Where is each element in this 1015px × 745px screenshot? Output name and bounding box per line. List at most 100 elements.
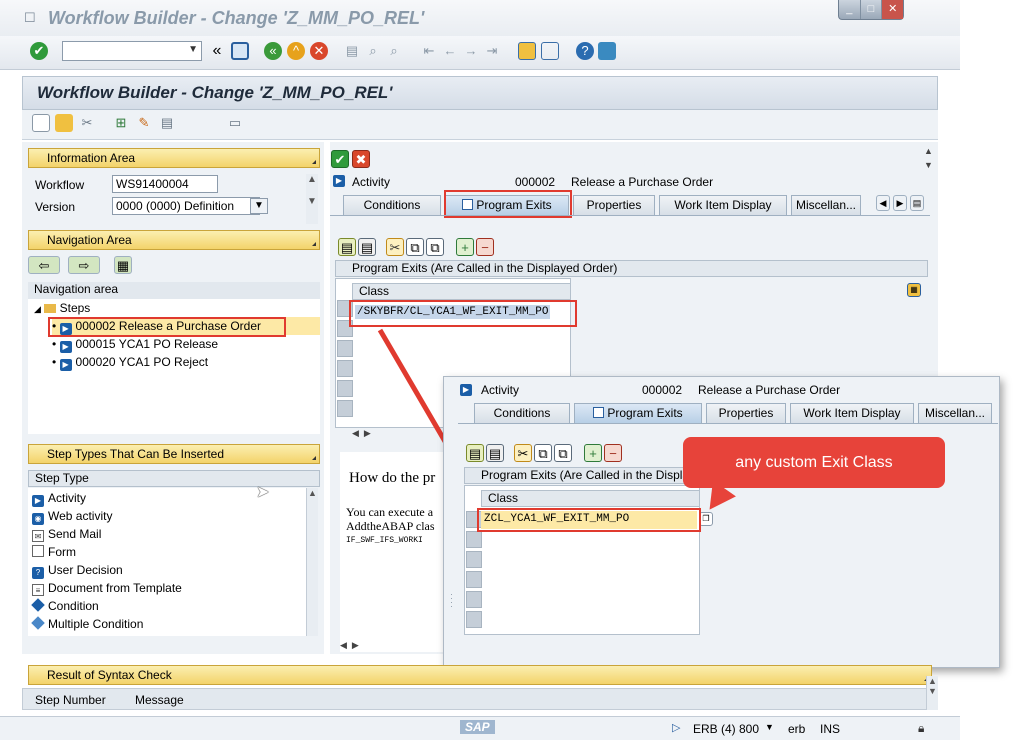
- help-icon[interactable]: ?: [576, 42, 594, 60]
- info-scrollbar[interactable]: ▲ ▼: [306, 174, 318, 224]
- scroll-down-icon[interactable]: ▼: [924, 160, 933, 170]
- insert-mode[interactable]: INS: [820, 722, 840, 736]
- step-type-column-header[interactable]: Step Type: [28, 470, 320, 487]
- shortcut-icon[interactable]: [541, 42, 559, 60]
- tools-icon[interactable]: ✂: [78, 114, 96, 132]
- step-type-item[interactable]: ≡ Document from Template: [32, 579, 182, 597]
- expand-icon[interactable]: ◢: [34, 304, 41, 314]
- tree-item[interactable]: • ▶ 000020 YCA1 PO Reject: [52, 353, 208, 371]
- status-dropdown-icon[interactable]: ▼: [765, 722, 774, 732]
- add-row-icon[interactable]: +: [584, 444, 602, 462]
- open-icon[interactable]: [55, 114, 73, 132]
- row-selector[interactable]: [337, 380, 353, 397]
- delete-row-icon[interactable]: −: [476, 238, 494, 256]
- new-session-icon[interactable]: [518, 42, 536, 60]
- tab-miscellaneous[interactable]: Miscellan...: [918, 403, 992, 423]
- row-selector[interactable]: [466, 531, 482, 548]
- back-icon[interactable]: «: [264, 42, 282, 60]
- reject-icon[interactable]: ✖: [352, 150, 370, 168]
- navigation-area-bar[interactable]: Navigation Area: [28, 230, 320, 250]
- scroll-up-icon[interactable]: ▲: [924, 146, 933, 156]
- prev-page-icon[interactable]: ←: [441, 42, 459, 60]
- workflow-field[interactable]: WS91400004: [112, 175, 218, 193]
- delete-row-icon[interactable]: −: [604, 444, 622, 462]
- version-dropdown-icon[interactable]: ▼: [250, 198, 268, 214]
- cut-icon[interactable]: ✂: [514, 444, 532, 462]
- copy-icon[interactable]: ⧉: [406, 238, 424, 256]
- step-type-scrollbar[interactable]: ▲: [306, 488, 318, 636]
- row-selector[interactable]: [466, 611, 482, 628]
- insert-block-icon[interactable]: ▤: [358, 238, 376, 256]
- layout-icon[interactable]: [598, 42, 616, 60]
- step-number-column[interactable]: Step Number: [35, 693, 106, 707]
- tab-program-exits[interactable]: Program Exits: [445, 195, 569, 215]
- tab-work-item-display[interactable]: Work Item Display: [790, 403, 914, 423]
- row-selector[interactable]: [337, 360, 353, 377]
- minimize-button[interactable]: _: [839, 0, 861, 19]
- cut-icon[interactable]: ✂: [386, 238, 404, 256]
- system-info[interactable]: ERB (4) 800: [693, 722, 759, 736]
- confirm-icon[interactable]: ✔: [331, 150, 349, 168]
- close-button[interactable]: ✕: [882, 0, 904, 19]
- dropdown-icon[interactable]: ▼: [188, 44, 198, 55]
- tab-work-item-display[interactable]: Work Item Display: [659, 195, 787, 215]
- add-row-icon[interactable]: +: [456, 238, 474, 256]
- grid-settings-icon[interactable]: ▦: [907, 283, 921, 297]
- row-selector[interactable]: [337, 340, 353, 357]
- tab-properties[interactable]: Properties: [573, 195, 655, 215]
- row-selector[interactable]: [337, 400, 353, 417]
- information-area-bar[interactable]: Information Area: [28, 148, 320, 168]
- nav-overview-icon[interactable]: ▦: [114, 256, 132, 274]
- maximize-button[interactable]: □: [861, 0, 883, 19]
- value-help-icon[interactable]: ❐: [699, 512, 713, 526]
- nav-forward-icon[interactable]: ⇨: [68, 256, 100, 274]
- back-arrows-icon[interactable]: «: [208, 42, 226, 60]
- result-syntax-check-bar[interactable]: Result of Syntax Check: [28, 665, 932, 685]
- step-type-item[interactable]: Condition: [31, 597, 99, 615]
- hierarchy-icon[interactable]: ⊞: [112, 114, 130, 132]
- print-icon[interactable]: ▤: [343, 42, 361, 60]
- tab-scroll-right-icon[interactable]: ▶: [893, 195, 907, 211]
- message-column[interactable]: Message: [135, 693, 184, 707]
- status-expand-icon[interactable]: ▷: [672, 721, 680, 734]
- step-type-item[interactable]: ▶ Activity: [32, 489, 86, 507]
- step-type-item[interactable]: Multiple Condition: [31, 615, 143, 633]
- main-vscroll[interactable]: ▲ ▼: [926, 676, 938, 710]
- paste-icon[interactable]: ⧉: [426, 238, 444, 256]
- enter-icon[interactable]: ✔: [30, 42, 48, 60]
- class-column-header[interactable]: Class: [481, 490, 700, 507]
- tab-miscellaneous[interactable]: Miscellan...: [791, 195, 861, 215]
- tab-scroll-left-icon[interactable]: ◀: [876, 195, 890, 211]
- first-page-icon[interactable]: ⇤: [420, 42, 438, 60]
- version-select[interactable]: 0000 (0000) Definition: [112, 197, 260, 215]
- class-cell[interactable]: /SKYBFR/CL_YCA1_WF_EXIT_MM_PO: [355, 305, 551, 319]
- insert-block-icon[interactable]: ▤: [486, 444, 504, 462]
- step-type-item[interactable]: ◉ Web activity: [32, 507, 112, 525]
- help-hscroll[interactable]: ◀ ▶: [340, 640, 420, 654]
- tree-item[interactable]: • ▶ 000002 Release a Purchase Order: [52, 317, 320, 335]
- save-icon[interactable]: [231, 42, 249, 60]
- next-page-icon[interactable]: →: [462, 42, 480, 60]
- find-next-icon[interactable]: ⌕: [385, 42, 403, 60]
- row-selector[interactable]: [337, 320, 353, 337]
- nav-back-icon[interactable]: ⇦: [28, 256, 60, 274]
- command-field[interactable]: ▼: [62, 41, 202, 61]
- paste-icon[interactable]: ⧉: [554, 444, 572, 462]
- tab-properties[interactable]: Properties: [706, 403, 786, 423]
- tab-list-icon[interactable]: ▤: [910, 195, 924, 211]
- tree-node-steps[interactable]: ◢ Steps: [34, 299, 90, 318]
- insert-row-icon[interactable]: ▤: [466, 444, 484, 462]
- find-icon[interactable]: ⌕: [364, 42, 382, 60]
- step-type-item[interactable]: ✉ Send Mail: [32, 525, 101, 543]
- step-types-bar[interactable]: Step Types That Can Be Inserted: [28, 444, 320, 464]
- row-selector[interactable]: [466, 511, 482, 528]
- step-type-item[interactable]: Form: [32, 543, 76, 561]
- new-icon[interactable]: [32, 114, 50, 132]
- format-icon[interactable]: ▤: [158, 114, 176, 132]
- copy-icon[interactable]: ⧉: [534, 444, 552, 462]
- row-selector[interactable]: [466, 571, 482, 588]
- last-page-icon[interactable]: ⇥: [483, 42, 501, 60]
- row-selector[interactable]: [466, 551, 482, 568]
- cancel-icon[interactable]: ✕: [310, 42, 328, 60]
- details-icon[interactable]: ▭: [226, 114, 244, 132]
